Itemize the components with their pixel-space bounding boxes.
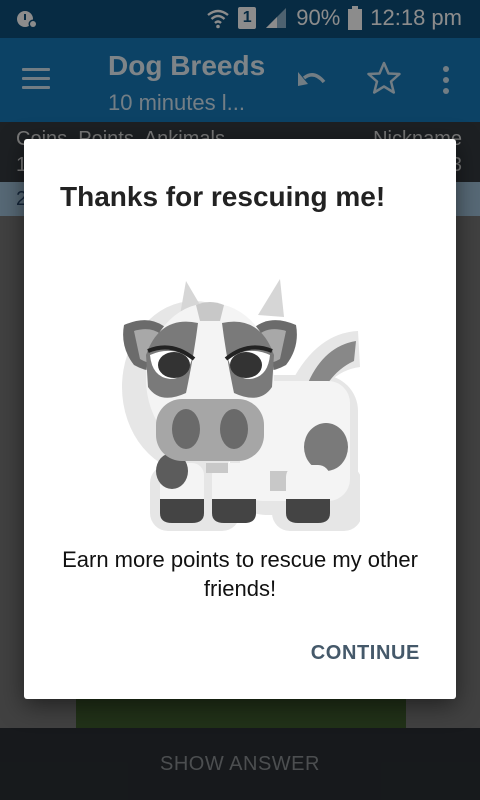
dialog-message: Earn more points to rescue my other frie… [62, 547, 418, 601]
cow-illustration [122, 279, 360, 531]
continue-button[interactable]: CONTINUE [305, 635, 426, 671]
dialog-title: Thanks for rescuing me! [60, 181, 386, 212]
rescue-dialog: Thanks for rescuing me! Earn more points… [24, 139, 456, 699]
